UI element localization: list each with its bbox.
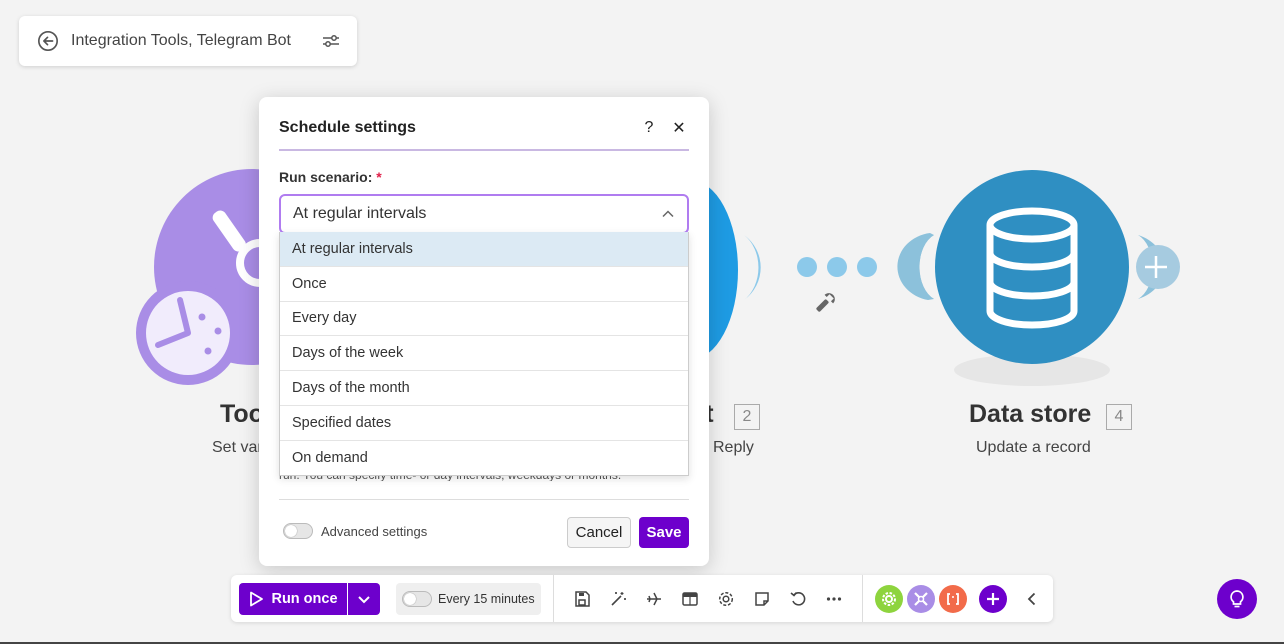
datastore-module-label: Data store [969, 400, 1092, 428]
json-app-icon[interactable] [939, 585, 967, 613]
settings-sliders-icon[interactable] [321, 31, 341, 51]
back-arrow-icon[interactable] [37, 30, 59, 52]
play-icon [250, 591, 264, 607]
run-scenario-selected-value: At regular intervals [293, 205, 427, 222]
datastore-module[interactable] [890, 165, 1190, 395]
option-at-regular-intervals[interactable]: At regular intervals [280, 232, 688, 267]
help-lightbulb-button[interactable] [1217, 579, 1257, 619]
advanced-settings: Advanced settings [283, 523, 427, 539]
scenario-toolbar: Run once Every 15 minutes [231, 575, 1053, 622]
airplane-icon[interactable] [643, 588, 665, 610]
collapse-chevron-left-icon[interactable] [1021, 588, 1043, 610]
gear-icon[interactable] [715, 588, 737, 610]
run-once-button[interactable]: Run once [239, 583, 347, 615]
route-connector[interactable] [790, 250, 885, 325]
more-options-icon[interactable] [823, 588, 845, 610]
add-module-icon[interactable] [979, 585, 1007, 613]
advanced-settings-label: Advanced settings [321, 523, 428, 539]
advanced-settings-toggle[interactable] [283, 523, 313, 539]
close-button[interactable]: ✕ [669, 118, 689, 138]
tools-module-subtitle: Set var [212, 439, 263, 456]
scenario-breadcrumb: Integration Tools, Telegram Bot [19, 16, 357, 66]
run-scenario-label-text: Run scenario: [279, 169, 373, 185]
wrench-icon [816, 293, 835, 312]
scenario-title[interactable]: Integration Tools, Telegram Bot [71, 32, 309, 50]
toolbar-separator [553, 575, 554, 622]
magic-wand-icon[interactable] [607, 588, 629, 610]
table-icon[interactable] [679, 588, 701, 610]
dialog-header: Schedule settings ? ✕ [279, 97, 689, 151]
lightbulb-icon [1230, 590, 1244, 608]
tools-module-label: Too [220, 400, 264, 428]
schedule-label: Every 15 minutes [438, 592, 535, 606]
telegram-module-number: 2 [734, 404, 760, 430]
note-icon[interactable] [751, 588, 773, 610]
footer-divider [279, 499, 689, 500]
run-once-label: Run once [271, 591, 338, 607]
dialog-title: Schedule settings [279, 119, 416, 136]
option-every-day[interactable]: Every day [280, 302, 688, 337]
toolbar-separator [862, 575, 863, 622]
run-scenario-select[interactable]: At regular intervals [279, 194, 689, 234]
schedule-toggle[interactable] [402, 591, 432, 607]
undo-icon[interactable] [787, 588, 809, 610]
integration-tools-app-icon[interactable] [907, 585, 935, 613]
save-icon[interactable] [571, 588, 593, 610]
cancel-button[interactable]: Cancel [567, 517, 631, 548]
run-scenario-options: At regular intervals Once Every day Days… [279, 232, 689, 476]
option-days-of-week[interactable]: Days of the week [280, 336, 688, 372]
datastore-module-subtitle: Update a record [976, 439, 1091, 456]
run-options-dropdown[interactable] [348, 583, 380, 615]
chevron-up-icon [662, 210, 674, 218]
required-asterisk: * [376, 169, 382, 185]
option-specified-dates[interactable]: Specified dates [280, 406, 688, 441]
tools-app-icon[interactable] [875, 585, 903, 613]
save-button[interactable]: Save [639, 517, 689, 548]
schedule-toggle-button[interactable]: Every 15 minutes [396, 583, 541, 615]
option-on-demand[interactable]: On demand [280, 441, 688, 476]
telegram-module-subtitle: Reply [713, 439, 754, 456]
option-once[interactable]: Once [280, 267, 688, 302]
tools-module[interactable] [130, 165, 350, 390]
option-days-of-month[interactable]: Days of the month [280, 371, 688, 406]
run-scenario-label: Run scenario: * [279, 169, 382, 185]
chevron-down-icon [358, 596, 370, 604]
datastore-module-number: 4 [1106, 404, 1132, 430]
help-button[interactable]: ? [639, 119, 659, 137]
tools-module-icon [136, 169, 350, 385]
